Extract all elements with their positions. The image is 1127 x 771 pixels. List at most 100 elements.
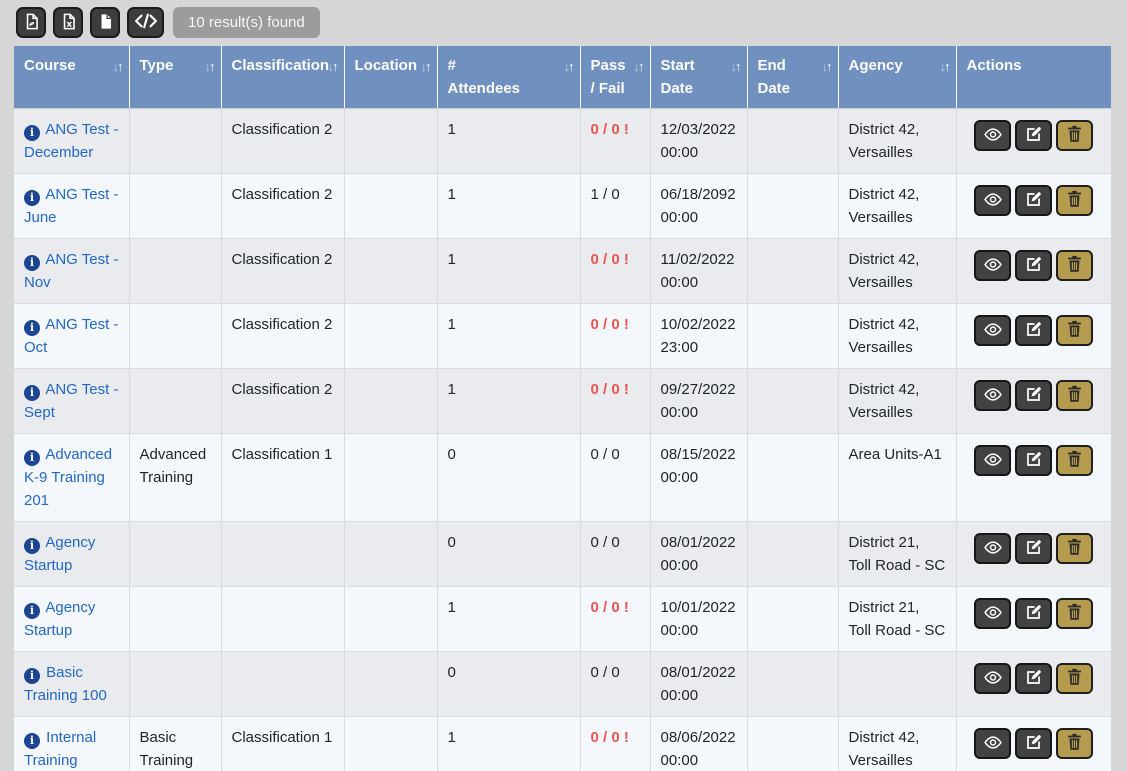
edit-button[interactable] xyxy=(1015,663,1052,694)
delete-button[interactable] xyxy=(1056,185,1093,216)
end-date-cell xyxy=(747,652,838,717)
eye-icon xyxy=(983,540,1003,558)
view-button[interactable] xyxy=(974,120,1011,151)
edit-button[interactable] xyxy=(1015,533,1052,564)
edit-button[interactable] xyxy=(1015,445,1052,476)
delete-button[interactable] xyxy=(1056,533,1093,564)
sort-icon[interactable]: ↓↑ xyxy=(113,55,124,78)
view-button[interactable] xyxy=(974,728,1011,759)
actions-cell xyxy=(956,239,1111,304)
column-header-type[interactable]: Type ↓↑ xyxy=(129,46,221,109)
edit-button[interactable] xyxy=(1015,185,1052,216)
course-cell: i ANG Test - June xyxy=(14,174,129,239)
edit-button[interactable] xyxy=(1015,315,1052,346)
trash-icon xyxy=(1066,125,1083,146)
column-header-start_date[interactable]: Start Date ↓↑ xyxy=(650,46,747,109)
view-button[interactable] xyxy=(974,598,1011,629)
info-icon[interactable]: i xyxy=(24,190,40,206)
edit-button[interactable] xyxy=(1015,120,1052,151)
export-excel-button[interactable] xyxy=(53,7,83,38)
view-button[interactable] xyxy=(974,445,1011,476)
info-icon[interactable]: i xyxy=(24,538,40,554)
type-cell xyxy=(129,369,221,434)
view-button[interactable] xyxy=(974,315,1011,346)
info-icon[interactable]: i xyxy=(24,668,40,684)
info-icon[interactable]: i xyxy=(24,603,40,619)
results-count-badge: 10 result(s) found xyxy=(173,7,320,38)
sort-icon[interactable]: ↓↑ xyxy=(328,55,339,78)
table-row: i Advanced K-9 Training 201 Advanced Tra… xyxy=(14,434,1111,522)
trash-icon xyxy=(1066,603,1083,624)
classification-cell xyxy=(221,522,344,587)
column-header-pass_fail[interactable]: Pass / Fail ↓↑ xyxy=(580,46,650,109)
sort-icon[interactable]: ↓↑ xyxy=(822,55,833,78)
info-icon[interactable]: i xyxy=(24,125,40,141)
delete-button[interactable] xyxy=(1056,663,1093,694)
column-header-attendees[interactable]: # Attendees ↓↑ xyxy=(437,46,580,109)
end-date-cell xyxy=(747,174,838,239)
attendees-cell: 1 xyxy=(437,304,580,369)
export-code-button[interactable] xyxy=(127,7,164,38)
actions-cell xyxy=(956,434,1111,522)
classification-cell: Classification 1 xyxy=(221,717,344,771)
column-header-label: # Attendees xyxy=(448,57,521,97)
end-date-cell xyxy=(747,109,838,174)
sort-icon[interactable]: ↓↑ xyxy=(731,55,742,78)
agency-cell: District 42, Versailles xyxy=(838,174,956,239)
view-button[interactable] xyxy=(974,663,1011,694)
sort-icon[interactable]: ↓↑ xyxy=(940,55,951,78)
export-pdf-button[interactable] xyxy=(16,7,46,38)
sort-icon[interactable]: ↓↑ xyxy=(421,55,432,78)
pass-fail-value: 1 / 0 xyxy=(591,186,620,203)
attendees-cell: 1 xyxy=(437,587,580,652)
delete-button[interactable] xyxy=(1056,445,1093,476)
attendees-cell: 0 xyxy=(437,652,580,717)
export-file-button[interactable] xyxy=(90,7,120,38)
actions-cell xyxy=(956,304,1111,369)
info-icon[interactable]: i xyxy=(24,733,40,749)
pass-fail-cell: 0 / 0 xyxy=(580,434,650,522)
eye-icon xyxy=(983,127,1003,145)
agency-cell: District 42, Versailles xyxy=(838,109,956,174)
edit-button[interactable] xyxy=(1015,598,1052,629)
start-date-cell: 08/06/2022 00:00 xyxy=(650,717,747,771)
delete-button[interactable] xyxy=(1056,250,1093,281)
delete-button[interactable] xyxy=(1056,120,1093,151)
delete-button[interactable] xyxy=(1056,380,1093,411)
view-button[interactable] xyxy=(974,185,1011,216)
view-button[interactable] xyxy=(974,380,1011,411)
type-cell xyxy=(129,652,221,717)
edit-button[interactable] xyxy=(1015,250,1052,281)
column-header-end_date[interactable]: End Date ↓↑ xyxy=(747,46,838,109)
sort-icon[interactable]: ↓↑ xyxy=(564,55,575,78)
column-header-label: Actions xyxy=(967,57,1022,74)
sort-icon[interactable]: ↓↑ xyxy=(205,55,216,78)
sort-icon[interactable]: ↓↑ xyxy=(634,55,645,78)
info-icon[interactable]: i xyxy=(24,450,40,466)
edit-pencil-icon xyxy=(1025,191,1042,211)
info-icon[interactable]: i xyxy=(24,320,40,336)
delete-button[interactable] xyxy=(1056,315,1093,346)
delete-button[interactable] xyxy=(1056,728,1093,759)
agency-cell: District 21, Toll Road - SC xyxy=(838,522,956,587)
table-header: Course ↓↑ Type ↓↑ Classification ↓↑ Loca… xyxy=(14,46,1111,109)
eye-icon xyxy=(983,452,1003,470)
column-header-agency[interactable]: Agency ↓↑ xyxy=(838,46,956,109)
column-header-classification[interactable]: Classification ↓↑ xyxy=(221,46,344,109)
delete-button[interactable] xyxy=(1056,598,1093,629)
info-icon[interactable]: i xyxy=(24,385,40,401)
column-header-actions[interactable]: Actions xyxy=(956,46,1111,109)
type-cell xyxy=(129,522,221,587)
info-icon[interactable]: i xyxy=(24,255,40,271)
classification-cell: Classification 2 xyxy=(221,174,344,239)
column-header-location[interactable]: Location ↓↑ xyxy=(344,46,437,109)
location-cell xyxy=(344,174,437,239)
pass-fail-value: 0 / 0 ! xyxy=(591,121,629,138)
view-button[interactable] xyxy=(974,250,1011,281)
edit-button[interactable] xyxy=(1015,728,1052,759)
table-body: i ANG Test - December Classification 2 1… xyxy=(14,109,1111,771)
attendees-cell: 1 xyxy=(437,239,580,304)
column-header-course[interactable]: Course ↓↑ xyxy=(14,46,129,109)
edit-button[interactable] xyxy=(1015,380,1052,411)
view-button[interactable] xyxy=(974,533,1011,564)
